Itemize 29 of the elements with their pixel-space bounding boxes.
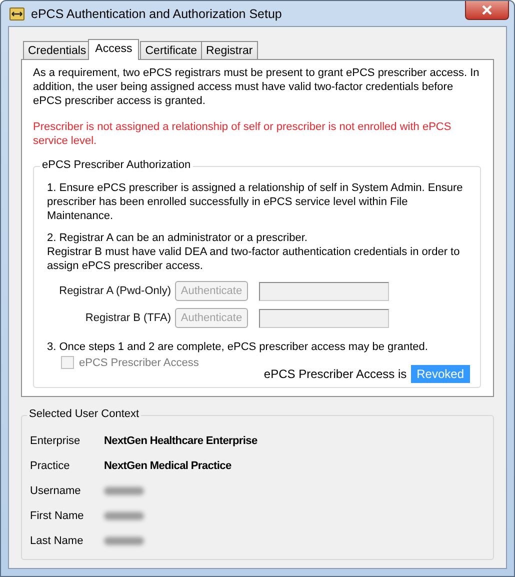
registrar-label: Registrar A (Pwd-Only) <box>58 285 171 297</box>
close-button[interactable] <box>465 1 509 20</box>
input-field[interactable] <box>259 308 389 328</box>
field-label: Practice <box>30 460 71 472</box>
status-badge: Revoked <box>410 365 470 383</box>
group-title: ePCS Prescriber Authorization <box>40 159 193 171</box>
field-value: NextGen Medical Practice <box>104 460 232 472</box>
field-label: Enterprise <box>30 434 82 446</box>
step-text: 3. Once steps 1 and 2 are complete, ePCS prescriber access may be granted. <box>46 340 429 354</box>
step-text: 1. Ensure ePCS prescriber is assigned a relationship of self in System Admin. Ensure prescriber has been enrolled successfully in ePCS service level within File Maintenance. <box>46 181 464 223</box>
tab[interactable]: Access <box>88 39 140 60</box>
field-label: First Name <box>30 510 85 522</box>
step-text: 2. Registrar A can be an administrator or a prescriber. <box>46 231 308 245</box>
group-title: Selected User Context <box>27 408 142 420</box>
tab[interactable]: Registrar <box>201 41 258 59</box>
field-label: Last Name <box>30 534 84 546</box>
step-text: Registrar B must have valid DEA and two-factor authentication credentials in order to assign ePCS prescriber access. <box>46 245 461 273</box>
input-field[interactable] <box>259 282 389 300</box>
close-icon <box>482 5 492 15</box>
window-title: ePCS Authentication and Authorization Setup <box>31 6 283 20</box>
tab[interactable]: Certificate <box>140 41 202 59</box>
warning-text: Prescriber is not assigned a relationship of self or prescriber is not enrolled with ePCS service level. <box>33 120 452 148</box>
status-label: ePCS Prescriber Access is <box>264 367 407 381</box>
registrar-label: Registrar B (TFA) <box>84 312 171 324</box>
checkbox-label: ePCS Prescriber Access <box>79 356 199 368</box>
field-value: NextGen Healthcare Enterprise <box>104 434 258 446</box>
intro-text: As a requirement, two ePCS registrars must be present to grant ePCS prescriber access. In addition, the user being assigned access must have valid two-factor credentials before ePCS prescriber access is granted. <box>33 66 480 108</box>
app-icon <box>9 6 25 20</box>
field-label: Username <box>30 484 82 496</box>
